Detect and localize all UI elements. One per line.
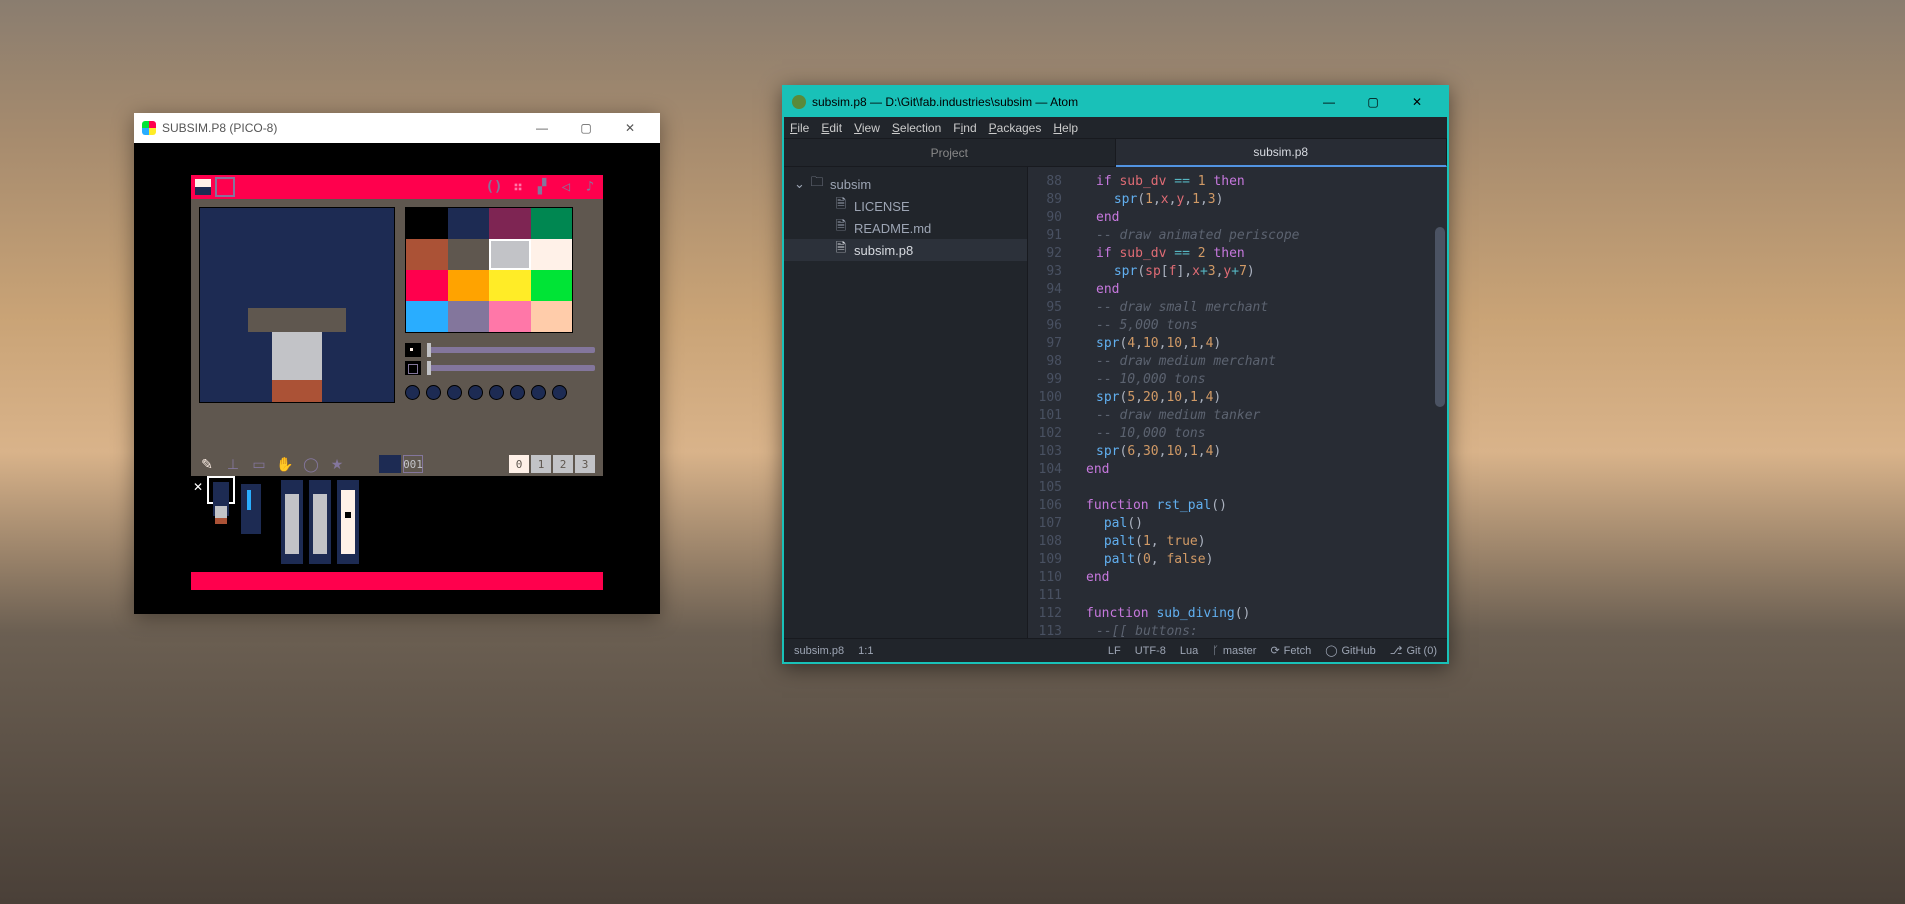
- menu-find[interactable]: Find: [953, 121, 976, 135]
- status-github[interactable]: ◯ GitHub: [1325, 644, 1376, 657]
- code-editor[interactable]: 8889909192939495969798991001011021031041…: [1028, 167, 1447, 638]
- sprite-tab-group[interactable]: 0 1 2 3: [509, 455, 595, 473]
- git-icon: ⎇: [1390, 644, 1403, 657]
- tab-subsim[interactable]: subsim.p8: [1116, 139, 1448, 167]
- sprite-canvas[interactable]: [199, 207, 395, 403]
- draw-tool[interactable]: ✎: [199, 456, 215, 472]
- sprite-index-display: 001: [403, 455, 423, 473]
- menu-help[interactable]: Help: [1053, 121, 1078, 135]
- atom-close-button[interactable]: ✕: [1395, 87, 1439, 117]
- line-gutter: 8889909192939495969798991001011021031041…: [1028, 167, 1070, 638]
- select-tool[interactable]: ▭: [251, 456, 267, 472]
- menu-packages[interactable]: Packages: [989, 121, 1042, 135]
- pico8-tool-row: ✎ ⊥ ▭ ✋ ◯ ★ 001 0 1 2 3: [191, 452, 603, 476]
- atom-title: subsim.p8 — D:\Git\fab.industries\subsim…: [812, 95, 1078, 109]
- status-git[interactable]: ⎇ Git (0): [1390, 644, 1437, 657]
- atom-titlebar[interactable]: subsim.p8 — D:\Git\fab.industries\subsim…: [784, 87, 1447, 117]
- sprite-large-icon[interactable]: [217, 179, 233, 195]
- pico8-titlebar[interactable]: SUBSIM.P8 (PICO-8) — ▢ ✕: [134, 113, 660, 143]
- atom-app-icon: [792, 95, 806, 109]
- status-file[interactable]: subsim.p8: [794, 645, 844, 657]
- sprite-tab-3[interactable]: 3: [575, 455, 595, 473]
- sprite-editor-icon[interactable]: ⠶: [509, 179, 527, 195]
- atom-status-bar: subsim.p8 1:1 LF UTF-8 Lua ᚴ master ⟳ Fe…: [784, 638, 1447, 662]
- sprite-tab-1[interactable]: 1: [531, 455, 551, 473]
- pico8-minimize-button[interactable]: —: [520, 113, 564, 143]
- menu-view[interactable]: View: [854, 121, 880, 135]
- branch-icon: ᚴ: [1212, 645, 1219, 657]
- sfx-editor-icon[interactable]: ◁: [557, 179, 575, 195]
- tree-root[interactable]: ⌄ 🗀 subsim: [784, 173, 1027, 195]
- sprite-flags[interactable]: [405, 385, 595, 400]
- sprite-tab-0[interactable]: 0: [509, 455, 529, 473]
- sprite-sheet[interactable]: ✕: [191, 476, 603, 568]
- chevron-down-icon: ⌄: [794, 176, 804, 192]
- shape-tool[interactable]: ★: [329, 456, 345, 472]
- github-icon: ◯: [1325, 644, 1337, 657]
- sync-icon: ⟳: [1270, 644, 1279, 657]
- sprite-small-icon[interactable]: [195, 179, 211, 195]
- pico8-app-icon: [142, 121, 156, 135]
- atom-window: subsim.p8 — D:\Git\fab.industries\subsim…: [782, 85, 1449, 664]
- pan-tool[interactable]: ✋: [277, 456, 293, 472]
- atom-maximize-button[interactable]: ▢: [1351, 87, 1395, 117]
- file-icon: 🗎: [834, 239, 848, 261]
- folder-icon: 🗀: [810, 173, 824, 195]
- pico8-close-button[interactable]: ✕: [608, 113, 652, 143]
- editor-scrollbar[interactable]: [1435, 227, 1445, 407]
- tree-file-readme[interactable]: 🗎 README.md: [784, 217, 1027, 239]
- map-editor-icon[interactable]: ▞: [533, 179, 551, 195]
- menu-file[interactable]: File: [790, 121, 809, 135]
- pico8-maximize-button[interactable]: ▢: [564, 113, 608, 143]
- status-grammar[interactable]: Lua: [1180, 645, 1198, 657]
- menu-edit[interactable]: Edit: [821, 121, 842, 135]
- status-fetch[interactable]: ⟳ Fetch: [1270, 644, 1311, 657]
- pico8-main-panel: [191, 199, 603, 452]
- file-icon: 🗎: [834, 217, 848, 239]
- code-content[interactable]: if sub_dv == 1 then spr(1,x,y,1,3)end-- …: [1076, 173, 1427, 638]
- pico8-status-bar: [191, 572, 603, 590]
- status-encoding[interactable]: UTF-8: [1135, 645, 1166, 657]
- status-cursor[interactable]: 1:1: [858, 645, 873, 657]
- atom-minimize-button[interactable]: —: [1307, 87, 1351, 117]
- file-icon: 🗎: [834, 195, 848, 217]
- project-tree: ⌄ 🗀 subsim 🗎 LICENSE 🗎 README.md 🗎 subsi…: [784, 167, 1028, 638]
- status-line-ending[interactable]: LF: [1108, 645, 1121, 657]
- atom-tab-bar: Project subsim.p8: [784, 139, 1447, 167]
- color-palette[interactable]: [405, 207, 573, 333]
- menu-selection[interactable]: Selection: [892, 121, 941, 135]
- stamp-tool[interactable]: ⊥: [225, 456, 241, 472]
- sprite-tab-2[interactable]: 2: [553, 455, 573, 473]
- pico8-window: SUBSIM.P8 (PICO-8) — ▢ ✕ () ⠶ ▞ ◁ ♪: [134, 113, 660, 614]
- sprite-preview: [379, 455, 401, 473]
- tree-file-subsim[interactable]: 🗎 subsim.p8: [784, 239, 1027, 261]
- tree-file-license[interactable]: 🗎 LICENSE: [784, 195, 1027, 217]
- atom-menubar: File Edit View Selection Find Packages H…: [784, 117, 1447, 139]
- pico8-title: SUBSIM.P8 (PICO-8): [162, 121, 277, 135]
- pico8-mode-bar: () ⠶ ▞ ◁ ♪: [191, 175, 603, 199]
- music-editor-icon[interactable]: ♪: [581, 179, 599, 195]
- tab-project[interactable]: Project: [784, 139, 1116, 167]
- pico8-client: () ⠶ ▞ ◁ ♪: [134, 143, 660, 614]
- code-editor-icon[interactable]: (): [485, 179, 503, 195]
- zoom-slider[interactable]: [405, 361, 595, 375]
- brush-size-slider[interactable]: [405, 343, 595, 357]
- fill-tool[interactable]: ◯: [303, 456, 319, 472]
- status-branch[interactable]: ᚴ master: [1212, 645, 1256, 657]
